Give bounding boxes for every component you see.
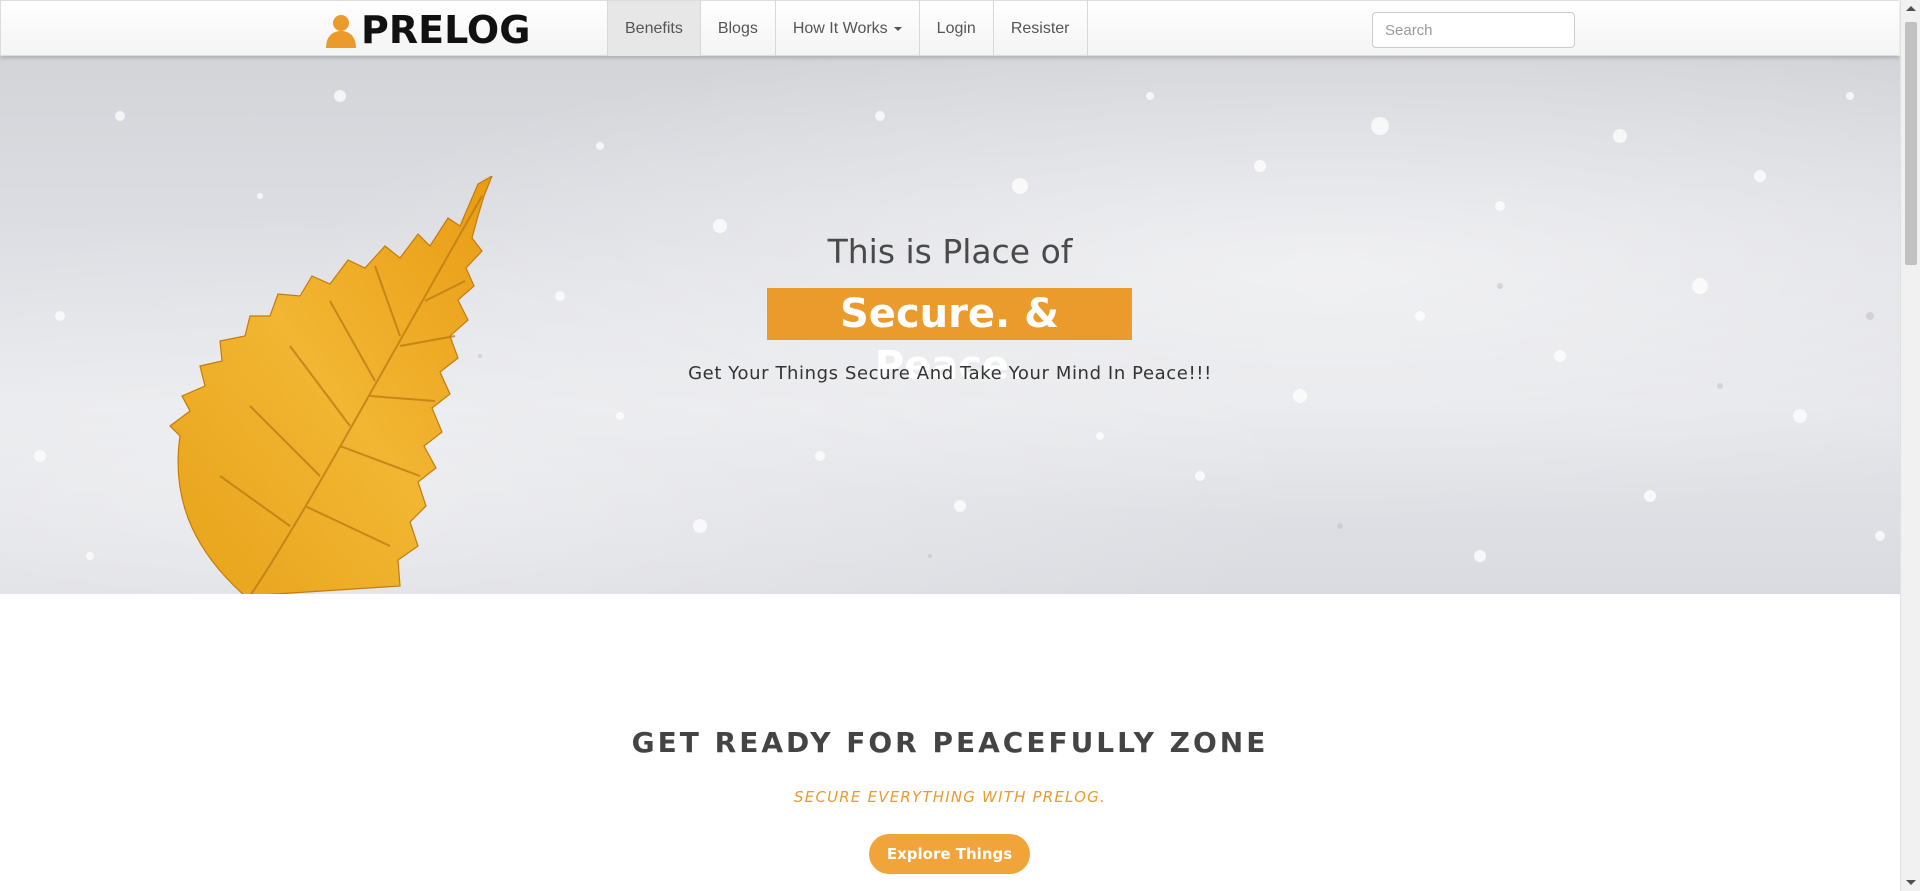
user-icon: [326, 15, 356, 48]
nav-item-login[interactable]: Login: [918, 1, 993, 56]
caret-down-icon: [893, 26, 902, 31]
nav-item-benefits[interactable]: Benefits: [607, 1, 700, 56]
hero-text: This is Place of Secure. & Peace. Get Yo…: [0, 56, 1900, 594]
hero-banner: This is Place of Secure. & Peace. Get Yo…: [0, 56, 1900, 594]
page: PRELOG Benefits Blogs How It Works Login…: [0, 0, 1900, 891]
nav-item-label: How It Works: [792, 19, 888, 37]
nav-item-label: Blogs: [717, 19, 758, 37]
hero-heading: This is Place of: [827, 232, 1073, 271]
brand-logo[interactable]: PRELOG: [323, 9, 530, 51]
main-nav: Benefits Blogs How It Works Login Resist…: [607, 1, 1088, 56]
vertical-scrollbar[interactable]: [1900, 0, 1920, 891]
hero-tagline: Get Your Things Secure And Take Your Min…: [688, 363, 1212, 384]
nav-item-label: Login: [936, 19, 976, 37]
explore-things-button[interactable]: Explore Things: [869, 834, 1030, 874]
nav-item-how-it-works[interactable]: How It Works: [774, 1, 919, 56]
search-input[interactable]: [1372, 12, 1575, 48]
nav-item-blogs[interactable]: Blogs: [699, 1, 775, 56]
section-subtitle: SECURE EVERYTHING WITH PRELOG.: [794, 788, 1106, 806]
nav-item-label: Benefits: [625, 19, 683, 37]
scroll-up-arrow-icon[interactable]: [1906, 6, 1916, 11]
nav-item-register[interactable]: Resister: [992, 1, 1088, 56]
nav-item-label: Resister: [1010, 19, 1070, 37]
hero-highlight: Secure. & Peace.: [767, 288, 1132, 389]
navbar: PRELOG Benefits Blogs How It Works Login…: [0, 0, 1899, 56]
scrollbar-thumb[interactable]: [1905, 22, 1917, 265]
scroll-down-arrow-icon[interactable]: [1906, 880, 1916, 885]
section-title: GET READY FOR PEACEFULLY ZONE: [631, 726, 1269, 759]
brand-name: PRELOG: [361, 8, 531, 52]
